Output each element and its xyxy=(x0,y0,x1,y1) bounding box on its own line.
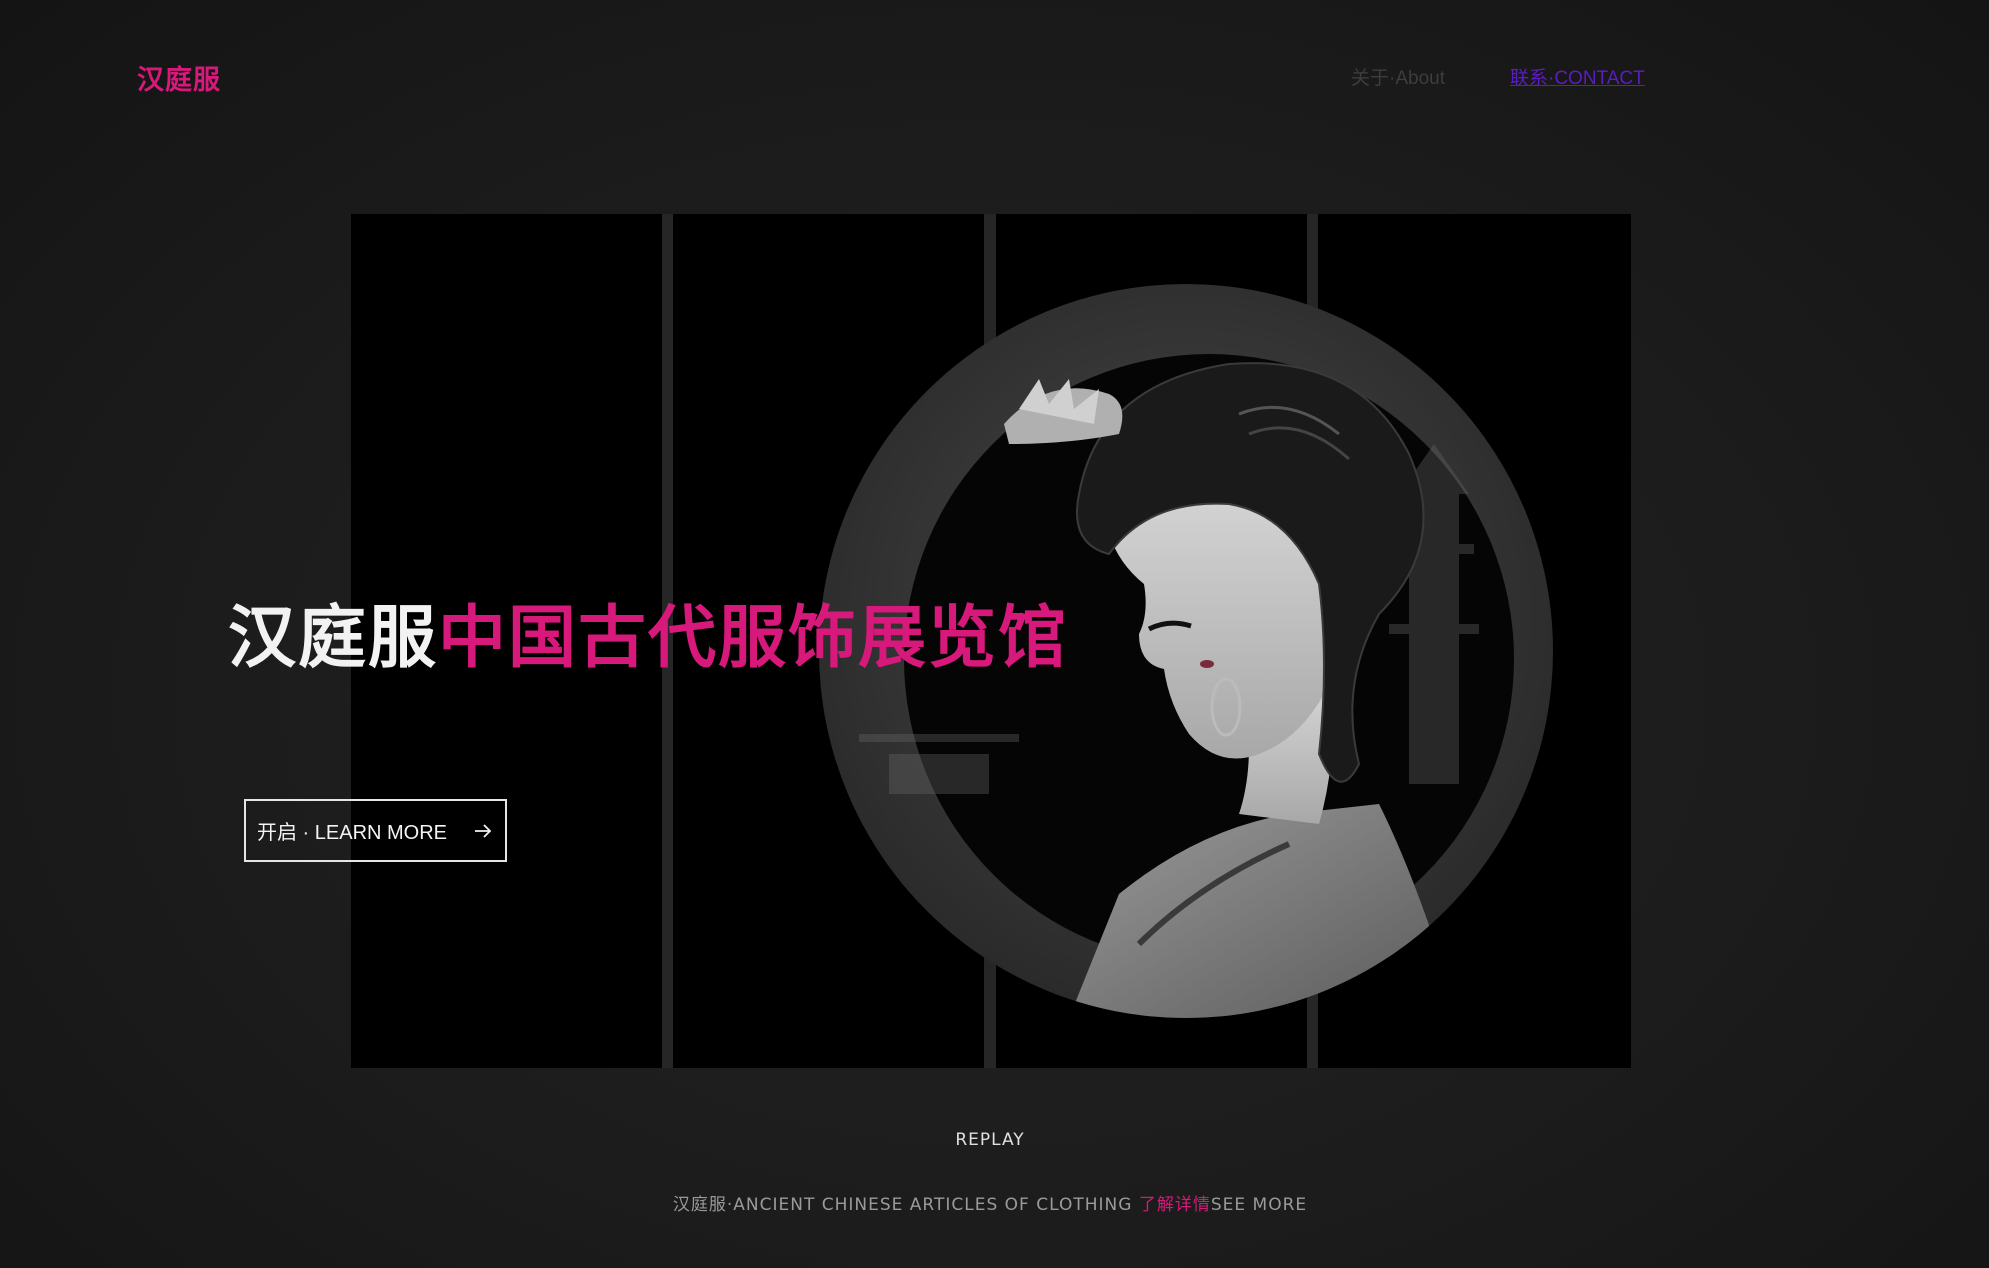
nav-about-link[interactable]: 关于·About xyxy=(1351,63,1445,90)
arrow-right-icon xyxy=(473,823,493,839)
footer-caption: 汉庭服·ANCIENT CHINESE ARTICLES OF CLOTHING… xyxy=(0,1190,1980,1215)
hero-title: 汉庭服中国古代服饰展览馆 xyxy=(228,598,1068,680)
image-panel-4 xyxy=(1318,214,1631,1068)
replay-button[interactable]: REPLAY xyxy=(0,1130,1980,1150)
nav-contact-link[interactable]: 联系·CONTACT xyxy=(1510,63,1645,90)
learn-more-button[interactable]: 开启 · LEARN MORE xyxy=(244,799,507,862)
hero-title-subtitle: 中国古代服饰展览馆 xyxy=(438,599,1069,678)
footer-caption-text: 汉庭服·ANCIENT CHINESE ARTICLES OF CLOTHING xyxy=(672,1195,1139,1215)
site-logo[interactable]: 汉庭服 xyxy=(137,58,221,97)
footer-more-link[interactable]: 了解详情 xyxy=(1139,1195,1211,1215)
panel-divider xyxy=(1307,214,1318,1068)
learn-more-label: 开启 · LEARN MORE xyxy=(257,822,448,844)
hero-title-brand: 汉庭服 xyxy=(228,599,439,678)
footer-see-more-link[interactable]: SEE MORE xyxy=(1211,1195,1307,1215)
